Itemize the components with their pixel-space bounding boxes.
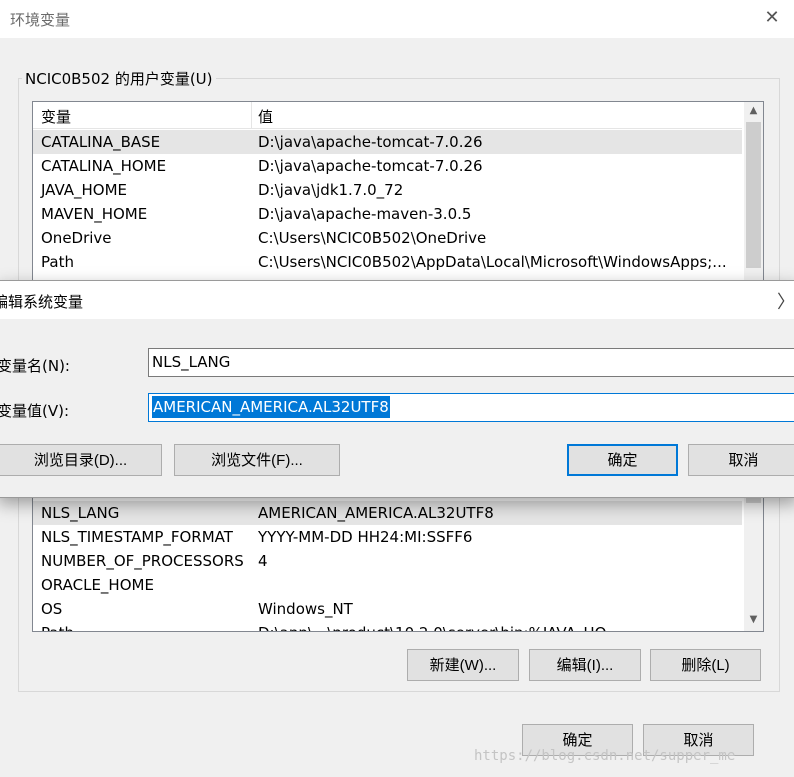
list-row-user-0[interactable]: CATALINA_BASE D:\java\apache-tomcat-7.0.… bbox=[33, 130, 742, 154]
variable-name: OS bbox=[41, 600, 63, 618]
variable-value: C:\Users\NCIC0B502\OneDrive bbox=[258, 229, 487, 247]
variable-name-input[interactable]: NLS_LANG bbox=[148, 348, 794, 377]
variable-name: ORACLE_HOME bbox=[41, 576, 154, 594]
list-row-user-5[interactable]: Path C:\Users\NCIC0B502\AppData\Local\Mi… bbox=[33, 250, 742, 274]
variable-value: AMERICAN_AMERICA.AL32UTF8 bbox=[258, 504, 494, 522]
list-row-system-1[interactable]: NLS_TIMESTAMP_FORMAT YYYY-MM-DD HH24:MI:… bbox=[33, 525, 742, 549]
variable-value-label: 变量值(V): bbox=[0, 402, 70, 420]
dialog-cancel-button[interactable]: 取消 bbox=[688, 444, 794, 476]
variable-name: CATALINA_HOME bbox=[41, 157, 167, 175]
variable-name-input-text: NLS_LANG bbox=[152, 353, 231, 371]
variable-value: D:\java\apache-tomcat-7.0.26 bbox=[258, 133, 483, 151]
column-header-value[interactable]: 值 bbox=[258, 106, 273, 127]
dialog-close-icon[interactable]: 〉 bbox=[777, 288, 794, 314]
variable-name: Path bbox=[41, 621, 74, 631]
browse-directory-button[interactable]: 浏览目录(D)... bbox=[0, 444, 162, 476]
window-titlebar: 环境变量 ✕ bbox=[0, 0, 794, 38]
list-row-user-3[interactable]: MAVEN_HOME D:\java\apache-maven-3.0.5 bbox=[33, 202, 742, 226]
window-title: 环境变量 bbox=[10, 11, 71, 29]
list-row-user-4[interactable]: OneDrive C:\Users\NCIC0B502\OneDrive bbox=[33, 226, 742, 250]
scroll-down-icon[interactable]: ▼ bbox=[744, 611, 763, 628]
variable-name: Path bbox=[41, 253, 74, 271]
variable-value: 4 bbox=[258, 552, 268, 570]
scrollbar-thumb[interactable] bbox=[746, 122, 761, 268]
delete-button[interactable]: 删除(L) bbox=[650, 649, 761, 681]
watermark: https://blog.csdn.net/supper_me bbox=[474, 748, 736, 764]
list-row-system-4[interactable]: OS Windows_NT bbox=[33, 597, 742, 621]
list-row-user-1[interactable]: CATALINA_HOME D:\java\apache-tomcat-7.0.… bbox=[33, 154, 742, 178]
dialog-ok-button[interactable]: 确定 bbox=[567, 444, 678, 476]
variable-name: MAVEN_HOME bbox=[41, 205, 148, 223]
user-list-scrollbar[interactable]: ▲ bbox=[744, 102, 763, 287]
user-variables-group-label: NCIC0B502 的用户变量(U) bbox=[22, 68, 216, 89]
system-list-scrollbar[interactable]: ▼ bbox=[744, 493, 763, 631]
variable-value: D:\java\apache-tomcat-7.0.26 bbox=[258, 157, 483, 175]
list-row-system-2[interactable]: NUMBER_OF_PROCESSORS 4 bbox=[33, 549, 742, 573]
list-row-system-0[interactable]: NLS_LANG AMERICAN_AMERICA.AL32UTF8 bbox=[33, 501, 742, 525]
list-row-user-2[interactable]: JAVA_HOME D:\java\jdk1.7.0_72 bbox=[33, 178, 742, 202]
window-close-icon[interactable]: ✕ bbox=[762, 6, 782, 30]
variable-name: NLS_TIMESTAMP_FORMAT bbox=[41, 528, 233, 546]
variable-value-input-text: AMERICAN_AMERICA.AL32UTF8 bbox=[152, 396, 390, 418]
variable-name: OneDrive bbox=[41, 229, 112, 247]
edit-system-variable-dialog: 编辑系统变量 〉 变量名(N): NLS_LANG 变量值(V): AMERIC… bbox=[0, 280, 794, 498]
system-variables-list[interactable]: NLS_LANG AMERICAN_AMERICA.AL32UTF8 NLS_T… bbox=[32, 492, 764, 632]
variable-name: JAVA_HOME bbox=[41, 181, 128, 199]
variable-name: CATALINA_BASE bbox=[41, 133, 161, 151]
variable-value: YYYY-MM-DD HH24:MI:SSFF6 bbox=[258, 528, 473, 546]
column-header-variable[interactable]: 变量 bbox=[41, 106, 71, 127]
variable-value: C:\Users\NCIC0B502\AppData\Local\Microso… bbox=[258, 253, 727, 271]
new-button[interactable]: 新建(W)... bbox=[407, 649, 519, 681]
variable-value: D:\app\...\product\10.2.0\server\bin;%JA… bbox=[258, 621, 728, 631]
variable-value: Windows_NT bbox=[258, 600, 353, 618]
variable-name-label: 变量名(N): bbox=[0, 357, 70, 375]
variable-value: D:\java\jdk1.7.0_72 bbox=[258, 181, 404, 199]
list-header: 变量 值 bbox=[33, 102, 742, 129]
dialog-titlebar: 编辑系统变量 〉 bbox=[0, 281, 794, 319]
variable-value-input[interactable]: AMERICAN_AMERICA.AL32UTF8 bbox=[148, 393, 794, 422]
scroll-up-icon[interactable]: ▲ bbox=[744, 102, 763, 119]
variable-name: NUMBER_OF_PROCESSORS bbox=[41, 552, 244, 570]
column-divider[interactable] bbox=[251, 102, 252, 128]
list-row-system-3[interactable]: ORACLE_HOME bbox=[33, 573, 742, 597]
user-variables-list[interactable]: 变量 值 CATALINA_BASE D:\java\apache-tomcat… bbox=[32, 101, 764, 288]
list-row-system-5[interactable]: Path D:\app\...\product\10.2.0\server\bi… bbox=[33, 621, 742, 631]
variable-value: D:\java\apache-maven-3.0.5 bbox=[258, 205, 472, 223]
dialog-title: 编辑系统变量 bbox=[0, 293, 84, 311]
edit-button[interactable]: 编辑(I)... bbox=[529, 649, 641, 681]
variable-name: NLS_LANG bbox=[41, 504, 120, 522]
browse-file-button[interactable]: 浏览文件(F)... bbox=[174, 444, 340, 476]
